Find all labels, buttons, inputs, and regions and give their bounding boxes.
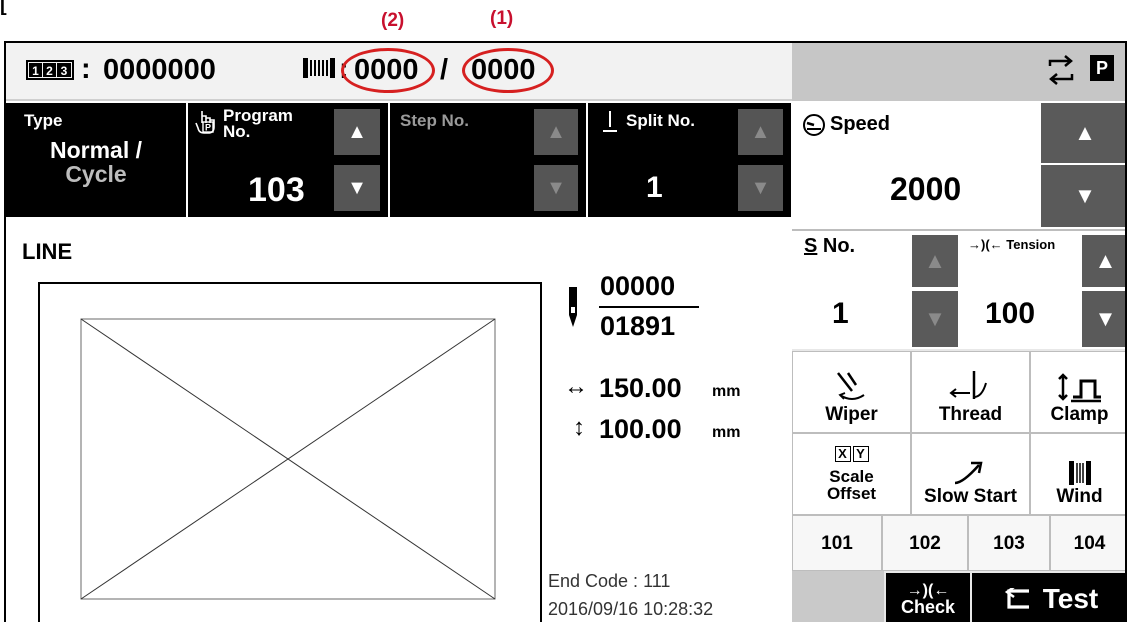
bobbin-thread-icon (303, 58, 335, 78)
program-value: 103 (248, 171, 305, 209)
slow-start-button[interactable]: Slow Start (911, 433, 1030, 515)
program-label-line2: No. (223, 122, 251, 141)
blank-key (792, 571, 884, 622)
right-panel: Speed 2000 ▲ ▼ S No. 1 ▲ ▼ →)(← Tension … (792, 101, 1125, 622)
counter-bar: 1 2 3 : 0000000 : 0000 / 0000 (6, 43, 792, 101)
split-panel: Split No. 1 ▲ ▼ (588, 103, 791, 217)
type-value-line2: Cycle (65, 161, 127, 187)
split-value: 1 (646, 171, 663, 204)
callout-oval-1 (462, 48, 554, 93)
speed-label: Speed (830, 113, 891, 135)
svg-text:P: P (205, 123, 211, 133)
total-counter-separator: : (81, 53, 91, 85)
speed-up-button[interactable]: ▲ (1041, 103, 1125, 163)
s-no-up-button[interactable]: ▲ (912, 235, 958, 287)
stitch-current: 00000 (600, 271, 676, 301)
s-no-label: S No. (804, 235, 856, 257)
program-shortcut-104[interactable]: 104 (1050, 515, 1125, 571)
step-label: Step No. (400, 111, 469, 130)
pattern-name: LINE (22, 239, 73, 264)
width-arrow-icon: ↔ (564, 373, 588, 400)
clamp-button[interactable]: Clamp (1030, 351, 1125, 433)
callout-oval-2 (341, 48, 435, 93)
cycle-arrows-icon[interactable] (1046, 55, 1076, 85)
tension-value: 100 (985, 297, 1036, 330)
split-up-button[interactable]: ▲ (738, 109, 783, 155)
thread-button[interactable]: Thread (911, 351, 1030, 433)
width-unit: mm (712, 383, 741, 400)
tension-up-button[interactable]: ▲ (1082, 235, 1125, 287)
thread-trim-icon (948, 371, 987, 399)
test-button[interactable]: Test (972, 573, 1125, 622)
tension-label: →)(← Tension (968, 237, 1056, 252)
speed-gauge-icon (803, 114, 825, 136)
total-counter-value: 0000000 (103, 54, 216, 86)
height-value: 100.00 (599, 414, 682, 444)
height-arrow-icon: ↕ (573, 414, 585, 441)
program-hand-icon: P (195, 111, 215, 134)
bobbin-slash: / (440, 54, 449, 86)
s-no-value: 1 (832, 297, 849, 330)
program-up-button[interactable]: ▲ (334, 109, 380, 155)
height-unit: mm (712, 424, 741, 441)
type-panel[interactable]: Type Normal / Cycle (6, 103, 186, 217)
scale-offset-button[interactable]: X Y Scale Offset (792, 433, 911, 515)
program-down-button[interactable]: ▼ (334, 165, 380, 211)
wiper-icon (836, 372, 865, 400)
speed-value: 2000 (890, 171, 962, 207)
operation-panel: 1 2 3 : 0000000 : 0000 / 0000 P Type Nor… (4, 41, 1127, 622)
needle-icon (603, 111, 617, 132)
program-shortcut-101[interactable]: 101 (792, 515, 882, 571)
program-panel: P Program No. 103 ▲ ▼ (188, 103, 388, 217)
type-label: Type (24, 111, 63, 130)
datetime: 2016/09/16 10:28:32 (548, 599, 714, 619)
end-code: End Code : 111 (548, 571, 671, 591)
svg-text:2: 2 (46, 64, 53, 78)
step-panel: Step No. ▲ ▼ (390, 103, 586, 217)
type-value-line1: Normal / (49, 137, 143, 163)
slow-start-icon (954, 461, 983, 485)
wind-button[interactable]: Wind (1030, 433, 1125, 515)
tension-check-icon: →)(← (906, 581, 950, 599)
split-down-button[interactable]: ▼ (738, 165, 783, 211)
xy-icon: X Y (834, 446, 869, 462)
width-value: 150.00 (599, 373, 682, 403)
tension-icon: →)(← (968, 237, 1003, 252)
stitch-fraction-line (599, 306, 699, 308)
svg-text:3: 3 (61, 64, 68, 78)
check-button[interactable]: →)(← Check (886, 573, 970, 622)
tension-down-button[interactable]: ▼ (1082, 291, 1125, 347)
step-up-button[interactable]: ▲ (534, 109, 578, 155)
pattern-preview (38, 282, 542, 622)
mode-bar: P (792, 43, 1125, 101)
program-shortcut-102[interactable]: 102 (882, 515, 968, 571)
speed-down-button[interactable]: ▼ (1041, 165, 1125, 227)
s-no-down-button[interactable]: ▼ (912, 291, 958, 347)
bobbin-wind-icon (1068, 461, 1091, 485)
stitch-needle-icon (569, 287, 577, 327)
callout-label-1: (1) (490, 8, 514, 29)
p-mode-icon[interactable]: P (1090, 55, 1114, 81)
wiper-button[interactable]: Wiper (792, 351, 911, 433)
callout-label-2: (2) (381, 10, 405, 31)
svg-text:1: 1 (32, 64, 39, 78)
split-label: Split No. (626, 111, 695, 130)
return-arrow-icon (1004, 587, 1029, 609)
heading-fragment: [ (0, 0, 7, 16)
counter-123-icon: 1 2 3 (26, 60, 74, 80)
clamp-icon (1057, 373, 1101, 403)
program-shortcut-103[interactable]: 103 (968, 515, 1050, 571)
stitch-total: 01891 (600, 311, 676, 341)
step-down-button[interactable]: ▼ (534, 165, 578, 211)
